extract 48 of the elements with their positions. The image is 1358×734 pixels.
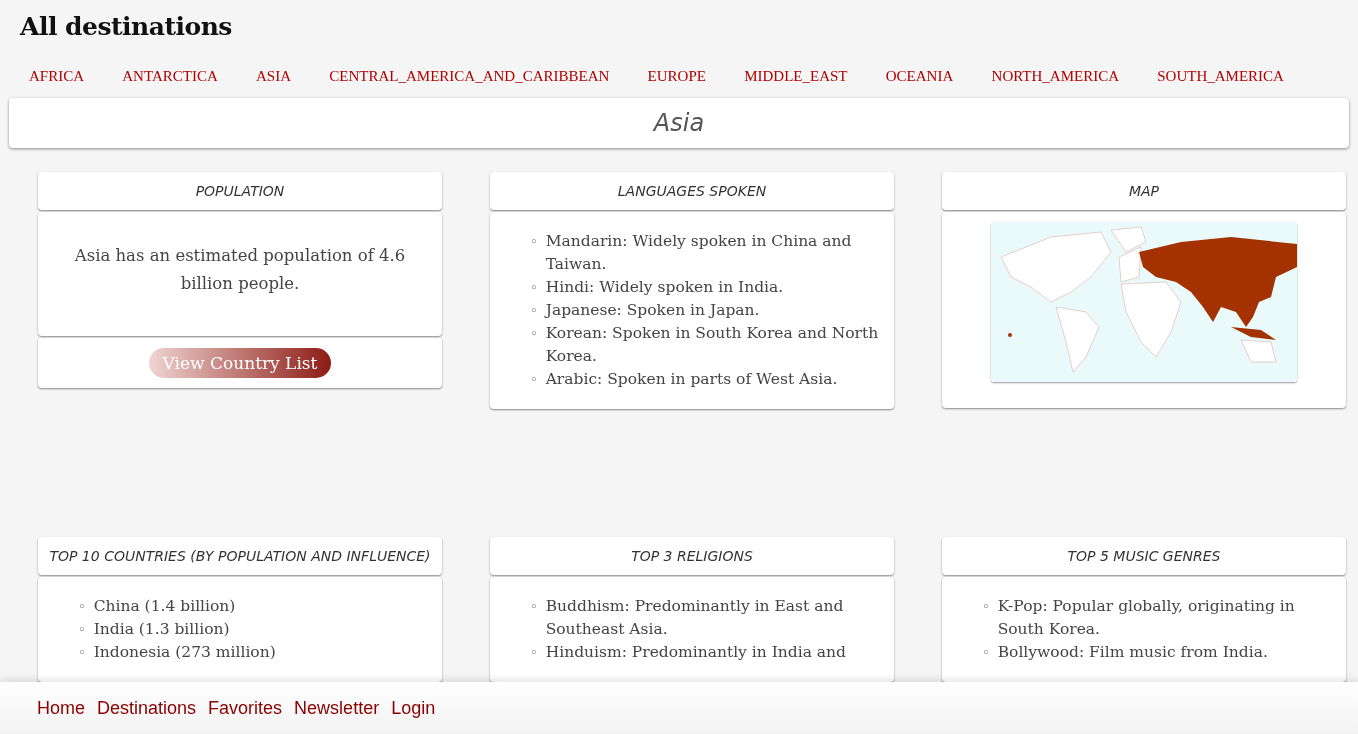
region-link[interactable]: SOUTH_AMERICA	[1157, 64, 1284, 98]
bullet-marker: ◦	[530, 644, 538, 662]
bullet-marker: ◦	[530, 279, 538, 297]
region-link[interactable]: EUROPE	[647, 64, 706, 98]
list-item: Mandarin: Widely spoken in China and Taiwan.	[545, 231, 853, 275]
list-item: Buddhism: Predominantly in East and Southeast Asia.	[545, 596, 845, 640]
list-item: Korean: Spoken in South Korea and North Korea.	[545, 323, 880, 367]
region-link[interactable]: ANTARCTICA	[122, 64, 218, 98]
footer-link[interactable]: Login	[391, 695, 436, 721]
bullet-marker: ◦	[982, 644, 990, 662]
bullet-marker: ◦	[530, 325, 538, 343]
region-link[interactable]: NORTH_AMERICA	[991, 64, 1119, 98]
list-item: Hindi: Widely spoken in India.	[545, 277, 784, 298]
region-link[interactable]: AFRICA	[29, 64, 84, 98]
region-link[interactable]: ASIA	[256, 64, 292, 98]
bullet-marker: ◦	[982, 598, 990, 616]
card-title: TOP 10 COUNTRIES (BY POPULATION AND INFLUENCE)	[49, 548, 431, 564]
list-item: Japanese: Spoken in Japan.	[545, 300, 760, 321]
list-item: India (1.3 billion)	[93, 619, 230, 640]
region-link[interactable]: OCEANIA	[885, 64, 954, 98]
list-item: China (1.4 billion)	[93, 596, 236, 617]
bullet-marker: ◦	[530, 233, 538, 251]
card-title: TOP 5 MUSIC GENRES	[1067, 548, 1221, 564]
view-country-list-button[interactable]: View Country List	[148, 348, 332, 378]
population-text: Asia has an estimated population of 4.6 billion people.	[73, 245, 407, 295]
card-title: MAP	[1128, 183, 1160, 199]
list-item: Bollywood: Film music from India.	[997, 642, 1268, 663]
page-title: All destinations	[20, 11, 233, 43]
bullet-marker: ◦	[78, 598, 86, 616]
bullet-marker: ◦	[530, 302, 538, 320]
region-heading: Asia	[653, 109, 705, 137]
footer-link[interactable]: Destinations	[97, 695, 197, 721]
list-item: K-Pop: Popular globally, originating in South Korea.	[997, 596, 1296, 640]
card-title: POPULATION	[195, 183, 285, 199]
card-title: LANGUAGES SPOKEN	[617, 183, 767, 199]
bullet-marker: ◦	[78, 644, 86, 662]
region-link[interactable]: MIDDLE_EAST	[744, 64, 848, 98]
bullet-marker: ◦	[530, 371, 538, 389]
bullet-marker: ◦	[530, 598, 538, 616]
bullet-marker: ◦	[78, 621, 86, 639]
footer-link[interactable]: Favorites	[208, 695, 283, 721]
region-link[interactable]: CENTRAL_AMERICA_AND_CARIBBEAN	[329, 64, 610, 98]
footer-link[interactable]: Newsletter	[294, 695, 380, 721]
card-title: TOP 3 RELIGIONS	[631, 548, 753, 564]
list-item: Arabic: Spoken in parts of West Asia.	[545, 369, 838, 390]
list-item: Hinduism: Predominantly in India and	[545, 642, 846, 663]
list-item: Indonesia (273 million)	[93, 642, 276, 663]
footer-link[interactable]: Home	[37, 695, 85, 721]
